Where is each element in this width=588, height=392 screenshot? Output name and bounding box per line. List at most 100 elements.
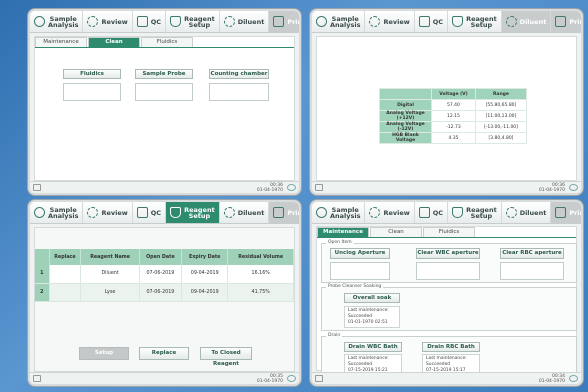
qc-icon	[418, 16, 430, 27]
review-icon	[87, 207, 99, 218]
overall-soak-status: Last maintenance: Succeeded 01-01-1970 0…	[344, 306, 400, 328]
main-panel: Voltage (V) Range Digital 57.40 [55.80,65.…	[316, 36, 577, 181]
table-row: Digital 57.40 [55.80,65.80]	[379, 99, 528, 111]
nav-sample-analysis[interactable]: Sample Analysis	[312, 11, 366, 32]
print-icon	[273, 16, 285, 27]
clear-rbc-aperture-status	[500, 262, 564, 280]
screen-voltage: Sample Analysis Review QC Reagent Setup …	[310, 9, 583, 195]
sample-analysis-icon	[316, 16, 327, 27]
print-icon	[555, 16, 567, 27]
nav-sample-analysis[interactable]: Sample Analysis	[312, 202, 366, 223]
nav-print[interactable]: Print	[269, 202, 299, 223]
reagent-icon	[170, 16, 182, 27]
drain-rbc-bath-button[interactable]: Drain RBC Bath	[422, 342, 480, 352]
main-panel: Maintenance Clean Fluidics Open Item Unc…	[316, 226, 577, 377]
nav-sample-analysis[interactable]: Sample Analysis	[30, 11, 84, 32]
table-row[interactable]: 2 Lyse 07-06-2019 09-04-2019 41.75%	[35, 283, 294, 302]
user-icon[interactable]	[569, 375, 578, 382]
nav-qc[interactable]: QC	[415, 202, 449, 223]
diluent-icon	[505, 207, 517, 218]
nav-print[interactable]: Print	[551, 202, 581, 223]
nav-reagent-setup[interactable]: Reagent Setup	[448, 202, 502, 223]
tab-maintenance[interactable]: Maintenance	[317, 227, 369, 237]
status-icon	[315, 375, 323, 382]
nav-print[interactable]: Print	[269, 11, 299, 32]
status-footer: 00:34 01-04-1970	[312, 372, 581, 384]
clear-rbc-aperture-button[interactable]: Clear RBC aperture	[500, 248, 564, 259]
counting-chamber-status-box	[209, 83, 269, 101]
tab-fluidics[interactable]: Fluidics	[141, 37, 193, 47]
nav-review[interactable]: Review	[365, 11, 415, 32]
status-footer: 00:36 01-04-1970	[30, 181, 299, 193]
nav-reagent-setup[interactable]: Reagent Setup	[448, 11, 502, 32]
nav-diluent[interactable]: Diluent	[502, 202, 552, 223]
status-footer: 00:36 01-04-1970	[312, 181, 581, 193]
reagent-icon	[452, 207, 464, 218]
unclog-aperture-status	[330, 262, 390, 280]
sample-probe-clean-button[interactable]: Sample Probe	[135, 69, 193, 79]
table-row[interactable]: 1 Diluent 07-06-2019 09-04-2019 16.16%	[35, 265, 294, 284]
setup-button[interactable]: Setup	[79, 347, 129, 360]
sample-analysis-icon	[34, 16, 45, 27]
clock: 00:36 01-04-1970	[256, 183, 283, 193]
tab-fluidics[interactable]: Fluidics	[423, 227, 475, 237]
drain-section: Drain Drain WBC Bath Last maintenance: S…	[321, 333, 577, 377]
clock: 00:36 01-04-1970	[538, 183, 565, 193]
overall-soak-button[interactable]: Overall soak	[344, 293, 400, 303]
status-icon	[315, 184, 323, 191]
nav-review[interactable]: Review	[365, 202, 415, 223]
nav-print[interactable]: Print	[551, 11, 581, 32]
nav-reagent-setup[interactable]: Reagent Setup	[166, 11, 220, 32]
status-icon	[33, 184, 41, 191]
tab-bar: Maintenance Clean Fluidics	[35, 37, 294, 47]
user-icon[interactable]	[287, 184, 296, 191]
nav-diluent[interactable]: Diluent	[501, 11, 552, 32]
counting-chamber-clean-button[interactable]: Counting chamber	[209, 69, 269, 79]
tab-clean[interactable]: Clean	[88, 37, 140, 47]
replace-button[interactable]: Replace	[139, 347, 189, 360]
screen-reagent-setup: Sample Analysis Review QC Reagent Setup …	[28, 200, 301, 386]
nav-qc[interactable]: QC	[415, 11, 449, 32]
diluent-icon	[223, 16, 235, 27]
reagent-table: Replace Reagent Name Open Date Expiry Da…	[35, 249, 294, 302]
print-icon	[273, 207, 285, 218]
nav-diluent[interactable]: Diluent	[220, 11, 270, 32]
screen-maintenance-clean: Sample Analysis Review QC Reagent Setup …	[28, 9, 301, 195]
tab-bar: Maintenance Clean Fluidics	[317, 227, 576, 237]
top-navbar: Sample Analysis Review QC Reagent Setup …	[30, 202, 299, 224]
diluent-icon	[505, 16, 517, 27]
table-row: Analog Voltage (+12V) 12.15 [11.00,13.00]	[379, 110, 528, 122]
sample-analysis-icon	[316, 207, 327, 218]
probe-cleanser-section: Probe Cleanser Soaking Overall soak Last…	[321, 284, 577, 331]
clock: 00:34 01-04-1970	[538, 374, 565, 384]
unclog-aperture-button[interactable]: Unclog Aperture	[330, 248, 390, 259]
tab-clean[interactable]: Clean	[370, 227, 422, 237]
main-panel: Replace Reagent Name Open Date Expiry Da…	[34, 227, 295, 372]
fluidics-clean-button[interactable]: Fluidics	[63, 69, 121, 79]
fluidics-status-box	[63, 83, 121, 101]
nav-qc[interactable]: QC	[133, 202, 167, 223]
main-panel: Maintenance Clean Fluidics Fluidics Samp…	[34, 36, 295, 181]
review-icon	[369, 207, 381, 218]
nav-sample-analysis[interactable]: Sample Analysis	[30, 202, 84, 223]
clear-wbc-aperture-status	[416, 262, 480, 280]
nav-reagent-setup[interactable]: Reagent Setup	[166, 202, 220, 223]
tab-maintenance[interactable]: Maintenance	[35, 37, 87, 47]
sample-probe-status-box	[135, 83, 193, 101]
user-icon[interactable]	[287, 375, 296, 382]
top-navbar: Sample Analysis Review QC Reagent Setup …	[312, 202, 581, 224]
nav-diluent[interactable]: Diluent	[220, 202, 270, 223]
drain-wbc-bath-button[interactable]: Drain WBC Bath	[344, 342, 402, 352]
nav-review[interactable]: Review	[83, 11, 133, 32]
clock: 00:35 01-04-1970	[256, 374, 283, 384]
top-navbar: Sample Analysis Review QC Reagent Setup …	[312, 11, 581, 33]
user-icon[interactable]	[569, 184, 578, 191]
nav-qc[interactable]: QC	[133, 11, 167, 32]
sample-analysis-icon	[34, 207, 45, 218]
to-closed-reagent-button[interactable]: To Closed Reagent	[200, 347, 252, 367]
qc-icon	[136, 207, 148, 218]
table-header: Replace Reagent Name Open Date Expiry Da…	[35, 249, 294, 265]
table-row: HGB Blank Voltage 4.35 [3.80,4.80]	[379, 132, 528, 144]
nav-review[interactable]: Review	[83, 202, 133, 223]
clear-wbc-aperture-button[interactable]: Clear WBC aperture	[416, 248, 480, 259]
